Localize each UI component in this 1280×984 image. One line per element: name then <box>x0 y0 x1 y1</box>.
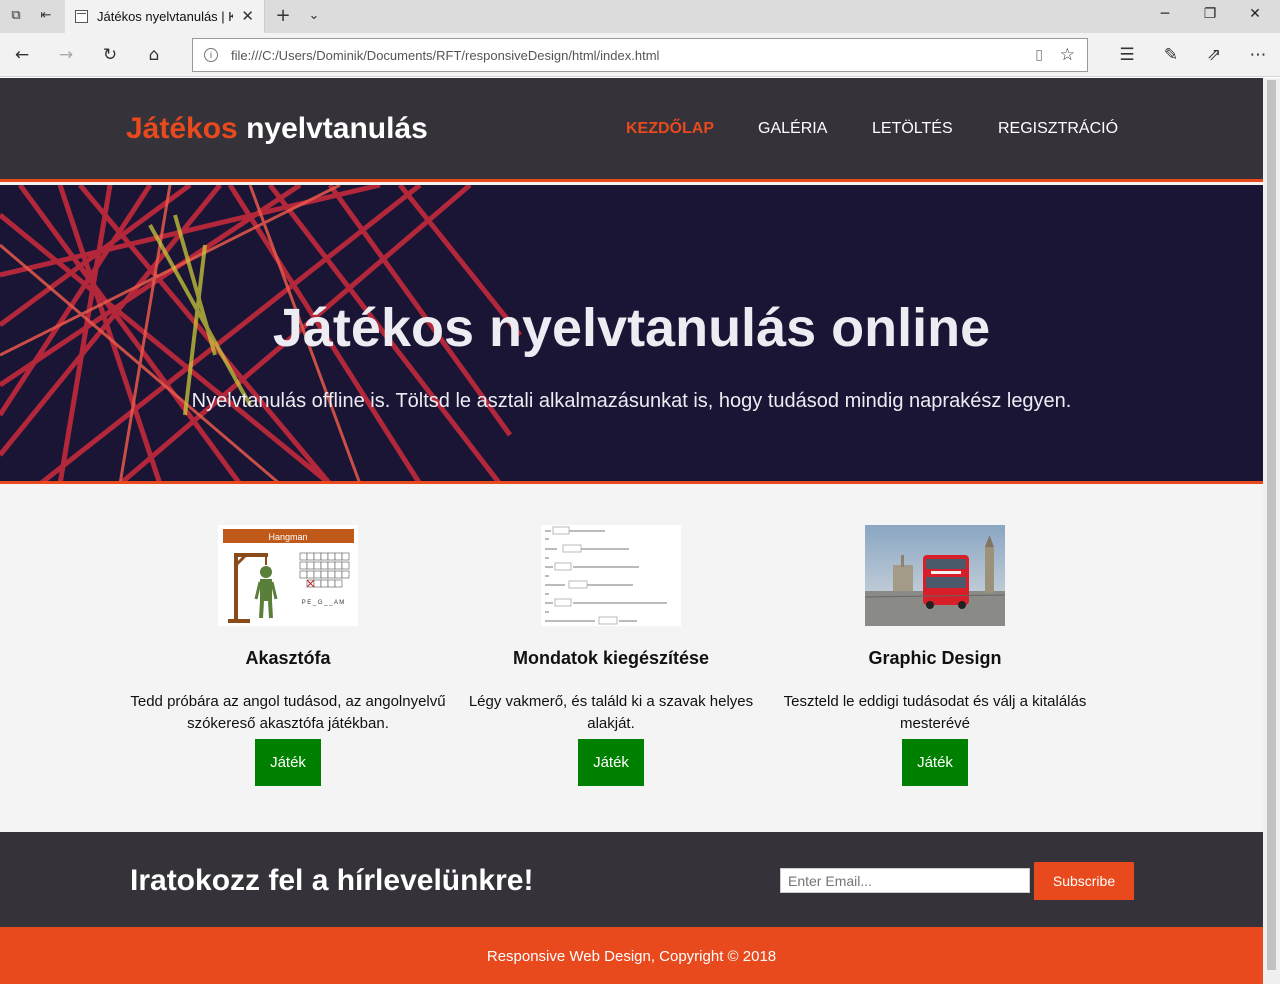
game-card-graphic-design: Graphic Design Teszteld le eddigi tudáso… <box>770 525 1100 786</box>
footer-copyright: Responsive Web Design, Copyright © 2018 <box>486 948 777 965</box>
email-input[interactable] <box>780 868 1030 893</box>
hangman-image: Hangman P E _ G _ _ A M <box>218 525 358 626</box>
subscribe-button[interactable]: Subscribe <box>1034 862 1134 900</box>
logo-highlight: Játékos <box>126 112 238 145</box>
game-card-sentences: Mondatok kiegészítése Légy vakmerő, és t… <box>446 525 776 786</box>
showcase-subtitle: Nyelvtanulás offline is. Töltsd le aszta… <box>191 390 1072 412</box>
card-text: Teszteld le eddigi tudásodat és válj a k… <box>783 693 1087 732</box>
card-text: Tedd próbára az angol tudásod, az angoln… <box>130 693 446 732</box>
hangman-image-label: Hangman <box>268 532 307 542</box>
page-viewport: Játékos nyelvtanulás KEZDŐLAP GALÉRIA LE… <box>0 78 1263 984</box>
favorite-star-icon[interactable]: ☆ <box>1060 45 1075 65</box>
london-bus-image <box>865 525 1005 626</box>
new-tab-icon[interactable]: + <box>275 7 291 25</box>
nav-link-gallery[interactable]: GALÉRIA <box>758 120 827 138</box>
hangman-image-word: P E _ G _ _ A M <box>302 600 345 606</box>
play-button-graphic-design[interactable]: Játék <box>902 739 968 786</box>
info-icon[interactable]: i <box>204 48 218 62</box>
nav-link-register[interactable]: REGISZTRÁCIÓ <box>998 120 1118 138</box>
worksheet-image <box>541 525 681 626</box>
address-bar[interactable]: i file:///C:/Users/Dominik/Documents/RFT… <box>192 38 1088 72</box>
browser-tab-bar: ⧉ ⇤ Játékos nyelvtanulás | K ✕ + ⌄ ─ ❐ ✕ <box>0 0 1280 33</box>
newsletter-section: Iratokozz fel a hírlevelünkre! Subscribe <box>0 832 1263 927</box>
tab-preview-icon[interactable]: ⧉ <box>8 8 24 24</box>
card-text: Légy vakmerő, és találd ki a szavak hely… <box>468 693 754 732</box>
pen-notes-icon[interactable]: ✎ <box>1160 44 1182 66</box>
newsletter-title: Iratokozz fel a hírlevelünkre! <box>130 864 534 897</box>
play-button-sentences[interactable]: Játék <box>578 739 644 786</box>
logo-text: nyelvtanulás <box>237 112 428 145</box>
site-header: Játékos nyelvtanulás KEZDŐLAP GALÉRIA LE… <box>0 78 1263 182</box>
play-button-hangman[interactable]: Játék <box>255 739 321 786</box>
showcase-banner: Játékos nyelvtanulás online Nyelvtanulás… <box>0 185 1263 484</box>
card-title: Akasztófa <box>245 648 331 668</box>
more-menu-icon[interactable]: ⋯ <box>1247 44 1269 66</box>
forward-icon[interactable]: → <box>55 44 77 66</box>
browser-tab[interactable]: Játékos nyelvtanulás | K ✕ <box>65 0 265 33</box>
showcase-title: Játékos nyelvtanulás online <box>272 298 991 358</box>
tab-title: Játékos nyelvtanulás | K <box>97 9 233 24</box>
games-section: Hangman P E _ G _ _ A M Akasztófa Tedd p… <box>0 487 1263 832</box>
page-icon <box>75 10 88 23</box>
card-title: Graphic Design <box>868 648 1002 668</box>
share-icon[interactable]: ⇗ <box>1203 44 1225 66</box>
home-icon[interactable]: ⌂ <box>143 44 165 66</box>
browser-nav-bar: ← → ↻ ⌂ i file:///C:/Users/Dominik/Docum… <box>0 33 1280 77</box>
restore-icon[interactable]: ❐ <box>1200 6 1220 22</box>
scrollbar-thumb[interactable] <box>1267 80 1276 970</box>
minimize-icon[interactable]: ─ <box>1155 6 1175 22</box>
nav-link-home[interactable]: KEZDŐLAP <box>626 120 714 138</box>
nav-link-download[interactable]: LETÖLTÉS <box>872 120 953 138</box>
close-window-icon[interactable]: ✕ <box>1245 6 1265 22</box>
refresh-icon[interactable]: ↻ <box>99 44 121 66</box>
back-icon[interactable]: ← <box>11 44 33 66</box>
site-footer: Responsive Web Design, Copyright © 2018 <box>0 927 1263 984</box>
page-scrollbar[interactable] <box>1263 78 1280 984</box>
tab-list-chevron-icon[interactable]: ⌄ <box>306 8 322 24</box>
set-tabs-aside-icon[interactable]: ⇤ <box>38 8 54 24</box>
site-logo[interactable]: Játékos nyelvtanulás <box>126 112 428 146</box>
game-card-hangman: Hangman P E _ G _ _ A M Akasztófa Tedd p… <box>123 525 453 786</box>
favorites-hub-icon[interactable]: ☰ <box>1116 44 1138 66</box>
card-title: Mondatok kiegészítése <box>512 648 710 668</box>
close-tab-icon[interactable]: ✕ <box>241 7 254 25</box>
url-text[interactable]: file:///C:/Users/Dominik/Documents/RFT/r… <box>231 48 659 63</box>
reading-view-icon[interactable]: ▯ <box>1035 47 1043 63</box>
